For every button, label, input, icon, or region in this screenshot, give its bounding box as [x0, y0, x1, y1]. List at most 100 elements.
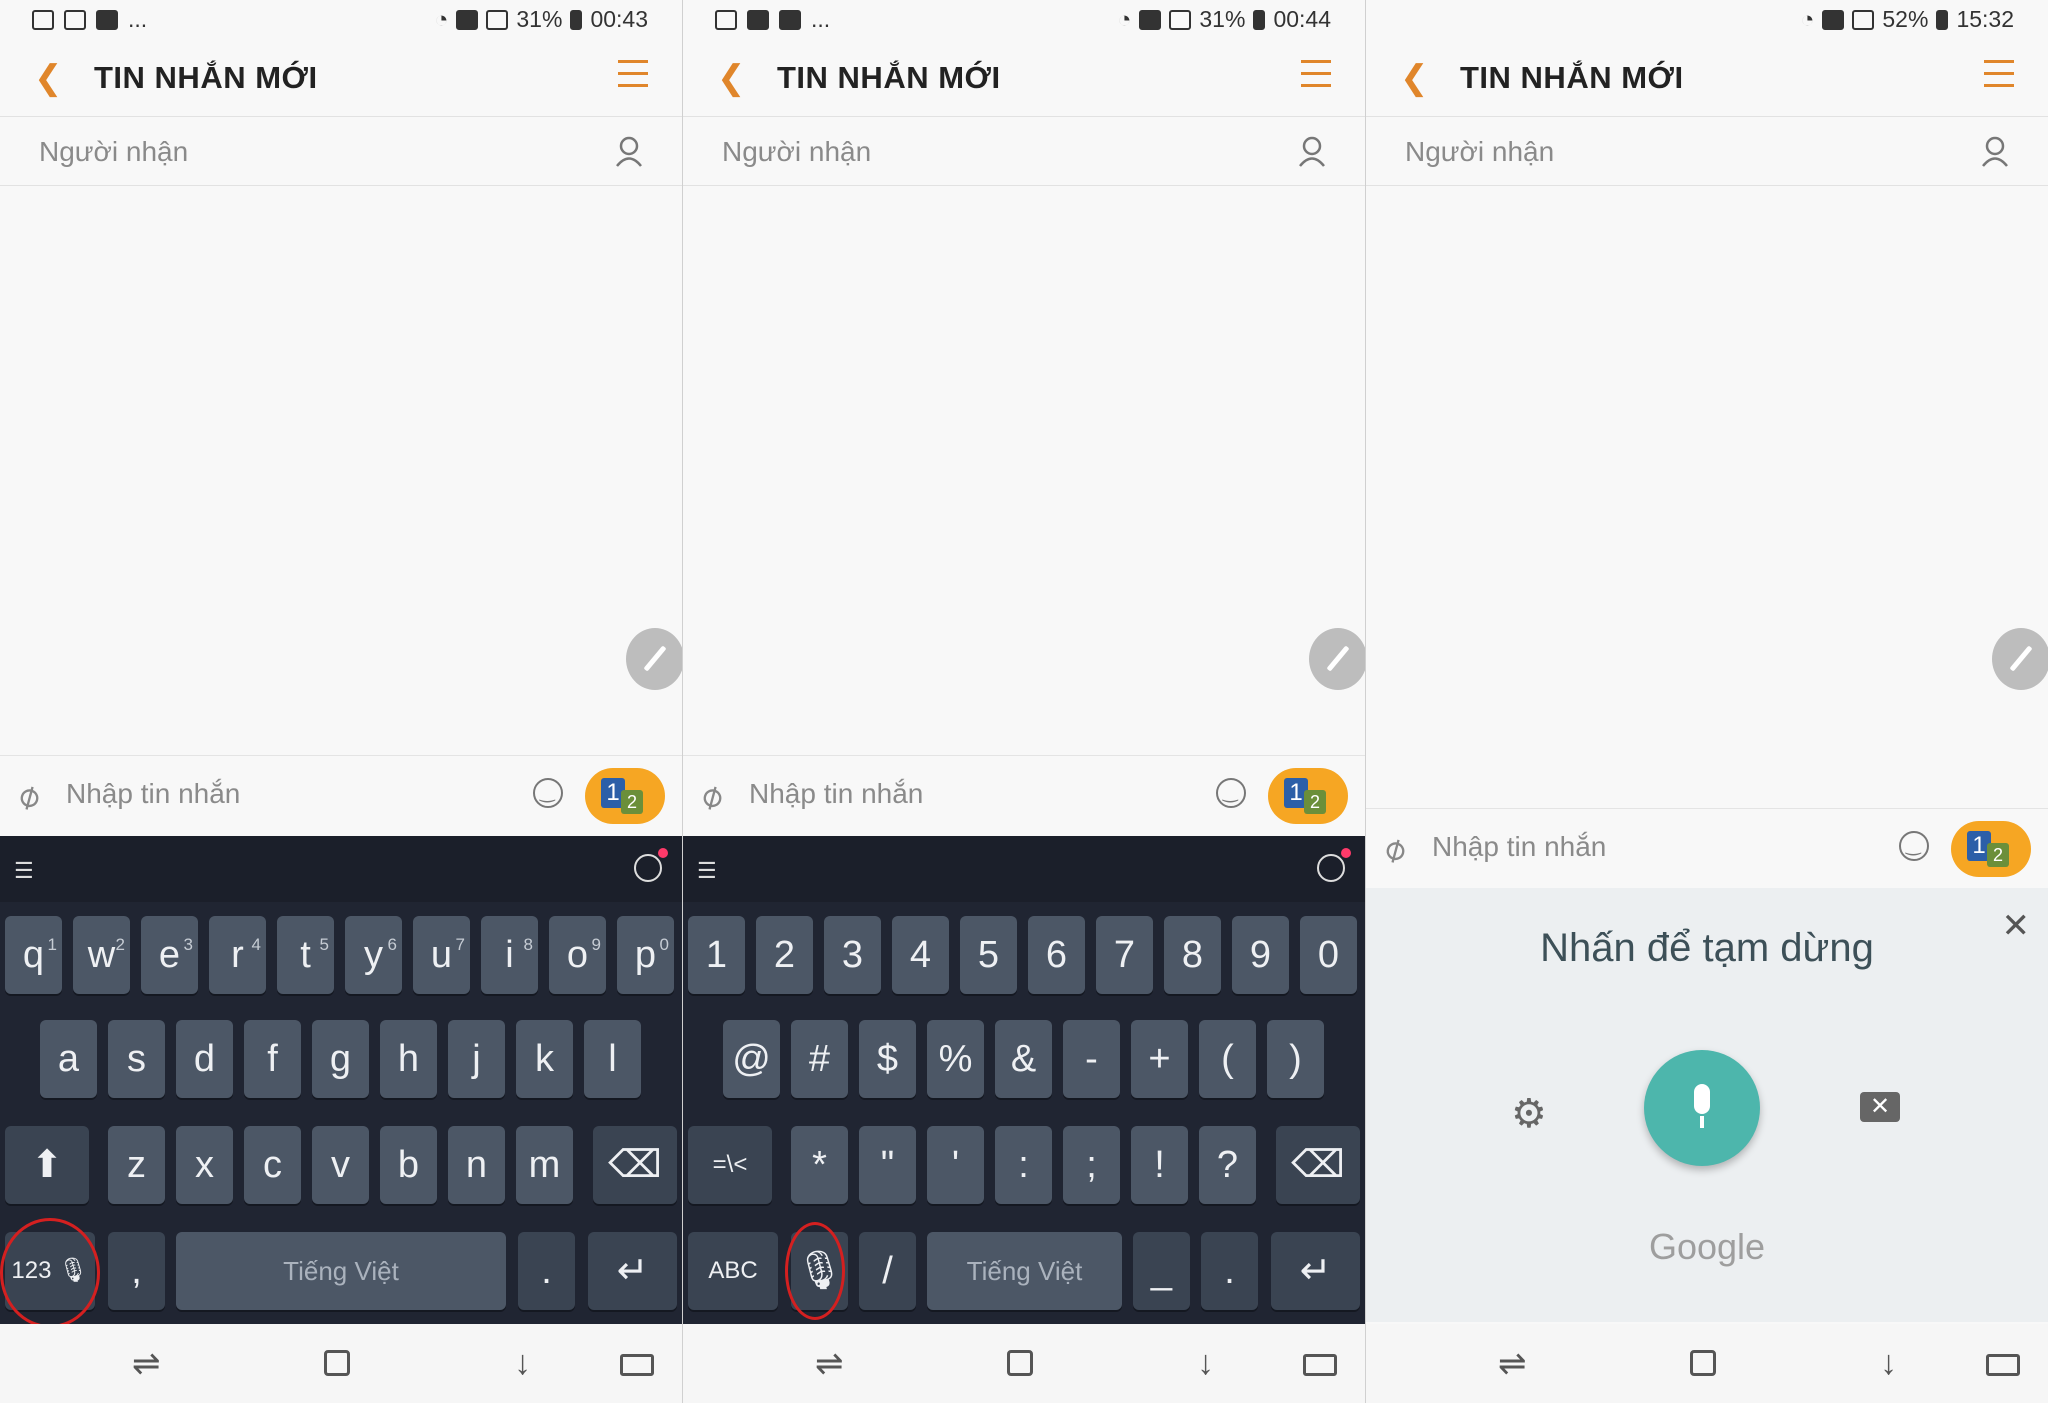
space-key[interactable]: Tiếng Việt	[176, 1232, 506, 1310]
message-input[interactable]: Nhập tin nhắn	[1432, 831, 1606, 863]
hide-keyboard-icon[interactable]: ↓	[1880, 1344, 1897, 1383]
contact-icon[interactable]	[614, 135, 644, 167]
keyboard-icon[interactable]	[1303, 1354, 1337, 1376]
attach-icon[interactable]: ⌀	[1375, 827, 1413, 872]
send-sim-button[interactable]: 1 2	[585, 768, 665, 824]
comma-key[interactable]: ,	[108, 1232, 165, 1310]
key-percent[interactable]: %	[927, 1020, 984, 1098]
emoji-icon[interactable]	[1899, 831, 1929, 861]
recents-icon[interactable]: ⇌	[132, 1344, 161, 1384]
key-exclamation[interactable]: !	[1131, 1126, 1188, 1204]
mic-button[interactable]	[1644, 1050, 1760, 1166]
space-key[interactable]: Tiếng Việt	[927, 1232, 1122, 1310]
key-dollar[interactable]: $	[859, 1020, 916, 1098]
keyboard-icon[interactable]	[620, 1354, 654, 1376]
key-1[interactable]: 1	[688, 916, 745, 994]
emoji-icon[interactable]	[1216, 778, 1246, 808]
slash-key[interactable]: /	[859, 1232, 916, 1310]
key-g[interactable]: g	[312, 1020, 369, 1098]
sticker-icon[interactable]	[634, 848, 668, 882]
contact-icon[interactable]	[1297, 135, 1327, 167]
key-s[interactable]: s	[108, 1020, 165, 1098]
key-asterisk[interactable]: *	[791, 1126, 848, 1204]
key-f[interactable]: f	[244, 1020, 301, 1098]
send-sim-button[interactable]: 1 2	[1951, 821, 2031, 877]
key-c[interactable]: c	[244, 1126, 301, 1204]
key-question[interactable]: ?	[1199, 1126, 1256, 1204]
key-close-paren[interactable]: )	[1267, 1020, 1324, 1098]
back-icon[interactable]: ❮	[34, 58, 63, 98]
key-m[interactable]: m	[516, 1126, 573, 1204]
key-ampersand[interactable]: &	[995, 1020, 1052, 1098]
period-key[interactable]: .	[1201, 1232, 1258, 1310]
key-y[interactable]: 6y	[345, 916, 402, 994]
shift-key[interactable]: ⬆	[5, 1126, 89, 1204]
settings-gear-icon[interactable]: ⚙	[1511, 1091, 1547, 1137]
key-at[interactable]: @	[723, 1020, 780, 1098]
key-i[interactable]: 8i	[481, 916, 538, 994]
key-double-quote[interactable]: "	[859, 1126, 916, 1204]
key-x[interactable]: x	[176, 1126, 233, 1204]
key-minus[interactable]: -	[1063, 1020, 1120, 1098]
key-z[interactable]: z	[108, 1126, 165, 1204]
key-0[interactable]: 0	[1300, 916, 1357, 994]
recents-icon[interactable]: ⇌	[1498, 1344, 1527, 1384]
edit-pen-button[interactable]	[1992, 628, 2048, 690]
key-n[interactable]: n	[448, 1126, 505, 1204]
recipient-field[interactable]: Người nhận	[0, 117, 682, 186]
attach-icon[interactable]: ⌀	[9, 774, 47, 819]
key-a[interactable]: a	[40, 1020, 97, 1098]
key-plus[interactable]: +	[1131, 1020, 1188, 1098]
key-k[interactable]: k	[516, 1020, 573, 1098]
key-q[interactable]: 1q	[5, 916, 62, 994]
keyboard-menu-icon[interactable]: ☰	[697, 858, 717, 884]
period-key[interactable]: .	[518, 1232, 575, 1310]
key-j[interactable]: j	[448, 1020, 505, 1098]
backspace-key[interactable]: ⌫	[1276, 1126, 1360, 1204]
key-7[interactable]: 7	[1096, 916, 1153, 994]
emoji-icon[interactable]	[533, 778, 563, 808]
key-u[interactable]: 7u	[413, 916, 470, 994]
back-icon[interactable]: ❮	[1400, 58, 1429, 98]
menu-icon[interactable]	[1984, 60, 2014, 88]
key-5[interactable]: 5	[960, 916, 1017, 994]
menu-icon[interactable]	[618, 60, 648, 88]
key-hash[interactable]: #	[791, 1020, 848, 1098]
key-v[interactable]: v	[312, 1126, 369, 1204]
send-sim-button[interactable]: 1 2	[1268, 768, 1348, 824]
home-icon[interactable]	[324, 1350, 350, 1376]
key-p[interactable]: 0p	[617, 916, 674, 994]
key-colon[interactable]: :	[995, 1126, 1052, 1204]
key-r[interactable]: 4r	[209, 916, 266, 994]
edit-pen-button[interactable]	[1309, 628, 1365, 690]
key-single-quote[interactable]: '	[927, 1126, 984, 1204]
recipient-field[interactable]: Người nhận	[1366, 117, 2048, 186]
keyboard-icon[interactable]	[1986, 1354, 2020, 1376]
home-icon[interactable]	[1007, 1350, 1033, 1376]
message-input[interactable]: Nhập tin nhắn	[66, 778, 240, 810]
key-o[interactable]: 9o	[549, 916, 606, 994]
keyboard-menu-icon[interactable]: ☰	[14, 858, 34, 884]
enter-key[interactable]: ↵	[588, 1232, 677, 1310]
key-h[interactable]: h	[380, 1020, 437, 1098]
hide-keyboard-icon[interactable]: ↓	[1197, 1344, 1214, 1383]
key-8[interactable]: 8	[1164, 916, 1221, 994]
enter-key[interactable]: ↵	[1271, 1232, 1360, 1310]
key-d[interactable]: d	[176, 1020, 233, 1098]
hide-keyboard-icon[interactable]: ↓	[514, 1344, 531, 1383]
key-l[interactable]: l	[584, 1020, 641, 1098]
menu-icon[interactable]	[1301, 60, 1331, 88]
key-e[interactable]: 3e	[141, 916, 198, 994]
voice-status-text[interactable]: Nhấn để tạm dừng	[1366, 926, 2048, 971]
key-b[interactable]: b	[380, 1126, 437, 1204]
key-9[interactable]: 9	[1232, 916, 1289, 994]
key-semicolon[interactable]: ;	[1063, 1126, 1120, 1204]
key-w[interactable]: 2w	[73, 916, 130, 994]
more-symbols-key[interactable]: =\<	[688, 1126, 772, 1204]
key-open-paren[interactable]: (	[1199, 1020, 1256, 1098]
recents-icon[interactable]: ⇌	[815, 1344, 844, 1384]
attach-icon[interactable]: ⌀	[692, 774, 730, 819]
sticker-icon[interactable]	[1317, 848, 1351, 882]
home-icon[interactable]	[1690, 1350, 1716, 1376]
key-6[interactable]: 6	[1028, 916, 1085, 994]
